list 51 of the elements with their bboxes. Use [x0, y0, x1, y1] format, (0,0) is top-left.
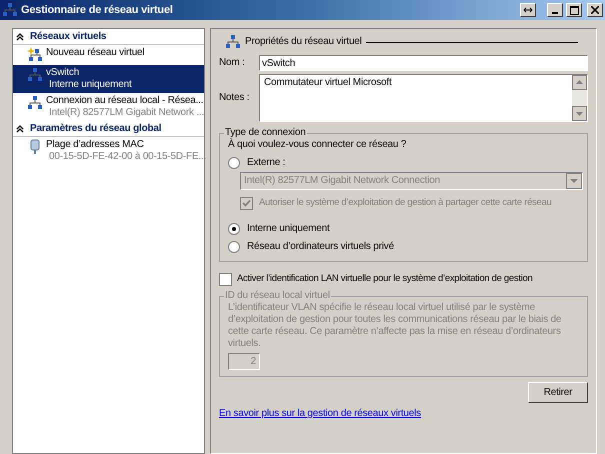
window-title: Gestionnaire de réseau virtuel: [21, 4, 174, 16]
option-label: Externe :: [247, 156, 286, 168]
close-icon: [591, 6, 599, 14]
maximize-icon: [570, 6, 578, 14]
radio-selected[interactable]: [228, 222, 240, 234]
field-label: Notes :: [219, 92, 250, 104]
item-label: vSwitch: [46, 67, 80, 79]
group-title: ID du réseau local virtuel: [224, 290, 331, 302]
option-label: Interne uniquement: [247, 222, 330, 234]
section-title: Paramètres du réseau global: [30, 122, 162, 134]
section-header[interactable]: Paramètres du réseau global: [13, 121, 204, 137]
sidebar-item[interactable]: Nouveau réseau virtuel: [13, 45, 204, 65]
scroll-down-icon[interactable]: [572, 106, 587, 121]
section-header[interactable]: Réseaux virtuels: [13, 29, 204, 45]
notes-text: Commutateur virtuel Microsoft: [263, 76, 393, 90]
new-network-icon: [27, 47, 43, 63]
resize-button[interactable]: [520, 3, 536, 17]
sidebar-item[interactable]: vSwitch Interne uniquement: [13, 65, 204, 93]
field-label: Nom :: [219, 57, 246, 69]
checkbox-label: Activer l’identification LAN virtuelle pour le système d’exploitation de gestion: [237, 273, 532, 285]
close-button[interactable]: [587, 3, 603, 17]
name-field[interactable]: vSwitch: [259, 55, 588, 71]
checkbox-label: Autoriser le système d’exploitation de gestion à partager cette carte réseau: [259, 197, 552, 209]
scrollbar[interactable]: [572, 75, 587, 121]
section-title: Réseaux virtuels: [30, 30, 106, 42]
network-icon: [27, 67, 43, 83]
question-text: À quoi voulez-vous connecter ce réseau ?: [228, 139, 408, 151]
section-heading: Propriétés du réseau virtuel: [245, 36, 362, 48]
item-sublabel: Intel(R) 82577LM Gigabit Network ...: [48, 107, 204, 119]
item-sublabel: Interne uniquement: [48, 79, 132, 91]
item-label: Plage d’adresses MAC: [46, 139, 145, 151]
dropdown-value: Intel(R) 82577LM Gigabit Network Connection: [243, 174, 441, 188]
scroll-up-icon[interactable]: [572, 75, 587, 90]
item-label: Connexion au réseau local - Résea...: [46, 95, 204, 107]
radio-button[interactable]: [228, 240, 240, 252]
notes-field[interactable]: Commutateur virtuel Microsoft: [259, 74, 588, 122]
description-text: L’identificateur VLAN spécifie le réseau local virtuel utilisé par le système d’exploitation de gestion pour toutes les communications réseau par le biais de cette carte réseau. Ce paramètre n’affecte pas la mise en réseau d’ordinateurs virtuels.: [228, 302, 562, 350]
network-icon: [225, 34, 241, 50]
network-icon: [27, 95, 43, 111]
option-label: Réseau d’ordinateurs virtuels privé: [247, 240, 394, 252]
collapse-icon[interactable]: [16, 32, 24, 40]
remove-button[interactable]: Retirer: [528, 382, 588, 403]
item-label: Nouveau réseau virtuel: [46, 47, 144, 59]
minimize-button[interactable]: [547, 3, 563, 17]
group-title: Type de connexion: [224, 127, 307, 138]
maximize-button[interactable]: [566, 3, 582, 17]
app-icon: [2, 2, 18, 18]
resize-icon: [523, 6, 533, 14]
sidebar-item[interactable]: Connexion au réseau local - Résea... Intel(R) 82577LM Gigabit Network ...: [13, 93, 204, 121]
collapse-icon[interactable]: [16, 124, 24, 132]
help-link[interactable]: En savoir plus sur la gestion de réseaux virtuels: [219, 408, 421, 420]
